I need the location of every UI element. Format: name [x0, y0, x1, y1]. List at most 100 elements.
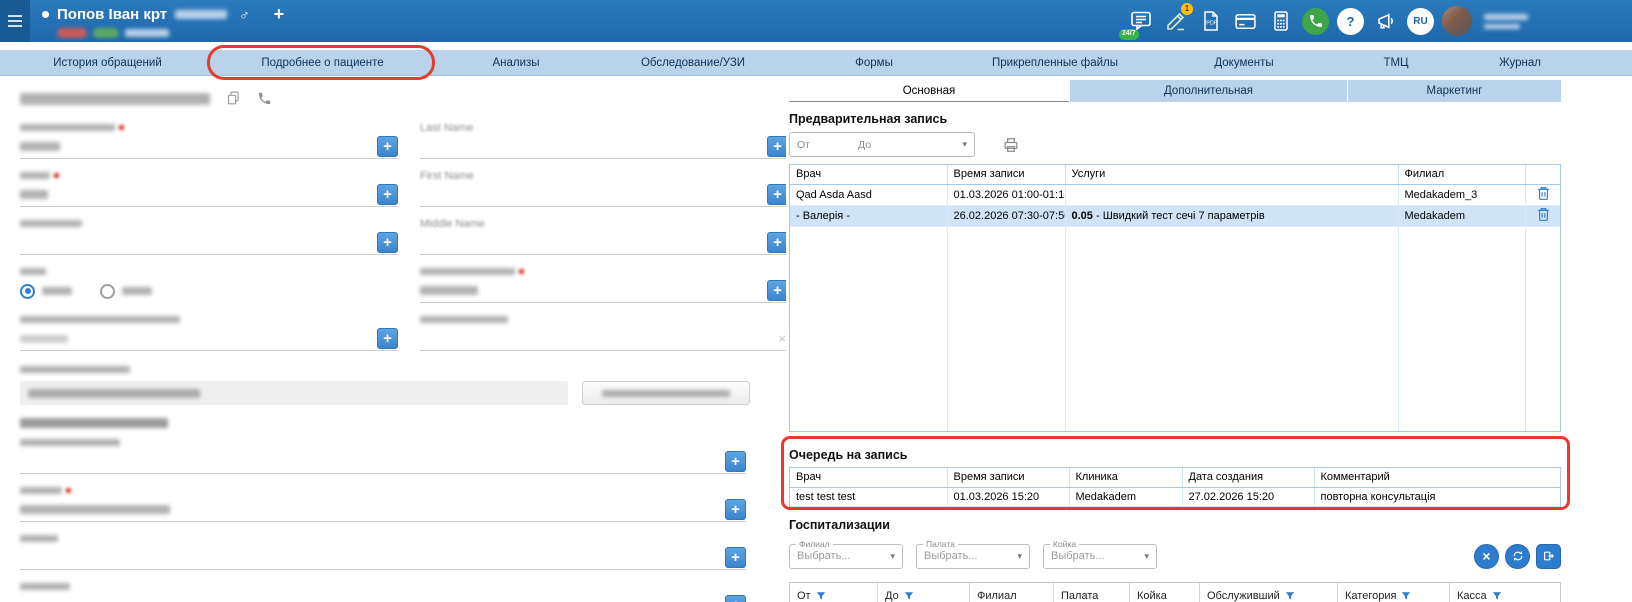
add-button[interactable]: +	[725, 547, 746, 568]
pdf-button[interactable]: PDF	[1197, 8, 1224, 35]
tab-visit-history[interactable]: История обращений	[0, 50, 215, 75]
clear-filters-button[interactable]: ×	[1474, 543, 1499, 569]
chat-button[interactable]: 24/7	[1119, 8, 1154, 40]
open-window-button[interactable]	[1536, 543, 1561, 569]
add-button[interactable]: +	[767, 184, 786, 205]
gender-female-radio[interactable]	[100, 283, 152, 299]
contact-person-input[interactable]	[20, 381, 568, 405]
remove-contact-person-button[interactable]	[582, 381, 750, 405]
cell-doctor: - Валерія -	[790, 205, 948, 227]
delete-appointment-button[interactable]	[1537, 186, 1550, 201]
add-last-name-button[interactable]: +	[377, 136, 398, 157]
tab-marketing[interactable]: Маркетинг	[1347, 80, 1561, 102]
help-button[interactable]: ?	[1337, 7, 1364, 35]
tab-analyses[interactable]: Анализы	[430, 50, 602, 75]
refresh-icon	[1513, 551, 1522, 561]
street-input[interactable]: +	[20, 498, 746, 522]
tab-documents[interactable]: Документы	[1146, 50, 1342, 75]
house-input[interactable]: +	[20, 546, 746, 570]
cell-time: 01.03.2026 01:00-01:15	[947, 184, 1066, 206]
patient-tab[interactable]: Попов Іван крт ♂ +	[42, 4, 284, 38]
col-branch[interactable]: Филиал	[1398, 165, 1526, 185]
tab-tmc[interactable]: ТМЦ	[1342, 50, 1450, 75]
prebooking-row[interactable]: Qad Asda Aasd 01.03.2026 01:00-01:15 Med…	[790, 184, 1560, 206]
calculator-button[interactable]	[1267, 8, 1294, 35]
city-input[interactable]: +	[20, 450, 746, 474]
refresh-button[interactable]	[1505, 543, 1530, 569]
announcements-button[interactable]	[1372, 8, 1399, 35]
ward-select-value: Выбрать...	[924, 550, 978, 562]
birth-date-input[interactable]: +	[420, 279, 786, 303]
col-time[interactable]: Время записи	[947, 468, 1070, 488]
last-name-en-input[interactable]: +	[420, 135, 786, 159]
middle-name-input[interactable]: +	[20, 231, 398, 255]
col-clinic[interactable]: Клиника	[1069, 468, 1183, 488]
prebooking-empty-row	[790, 264, 1560, 283]
tab-main[interactable]: Основная	[789, 80, 1069, 102]
last-name-input[interactable]: +	[20, 135, 398, 159]
user-avatar[interactable]	[1442, 6, 1472, 36]
gh-ward[interactable]: Палата	[1054, 582, 1130, 602]
add-button[interactable]: +	[767, 232, 786, 253]
referrer-input[interactable]: ×	[420, 327, 786, 351]
col-doctor[interactable]: Врач	[790, 468, 948, 488]
megaphone-icon	[1377, 13, 1393, 29]
language-button[interactable]: RU	[1407, 7, 1434, 35]
col-time[interactable]: Время записи	[947, 165, 1066, 185]
add-button[interactable]: +	[377, 184, 398, 205]
tab-examination-ultrasound[interactable]: Обследование/УЗИ	[602, 50, 784, 75]
phone-icon	[1309, 15, 1322, 27]
branch-select[interactable]: Филиал Выбрать... ▾	[789, 538, 903, 569]
tab-attached-files[interactable]: Прикрепленные файлы	[964, 50, 1146, 75]
referral-source-select[interactable]: +	[20, 327, 398, 351]
gh-cash[interactable]: Касса	[1450, 583, 1560, 602]
queue-row[interactable]: test test test 01.03.2026 15:20 Medakade…	[790, 487, 1560, 507]
delete-appointment-button[interactable]	[1537, 207, 1550, 222]
gh-branch[interactable]: Филиал	[970, 582, 1054, 602]
gh-to[interactable]: До	[878, 582, 970, 602]
col-created[interactable]: Дата создания	[1182, 468, 1315, 488]
payment-card-icon	[1235, 13, 1256, 29]
clear-icon[interactable]: ×	[778, 331, 786, 346]
add-button[interactable]: +	[725, 595, 746, 602]
tab-additional[interactable]: Дополнительная	[1069, 80, 1347, 102]
col-doctor[interactable]: Врач	[790, 165, 948, 185]
col-services[interactable]: Услуги	[1065, 165, 1399, 185]
first-name-input[interactable]: +	[20, 183, 398, 207]
cell-created: 27.02.2026 15:20	[1182, 487, 1315, 507]
call-button[interactable]	[1302, 7, 1329, 35]
col-comment[interactable]: Комментарий	[1314, 468, 1560, 488]
payments-button[interactable]	[1232, 8, 1259, 35]
new-patient-tab-button[interactable]: +	[274, 4, 285, 25]
ward-select[interactable]: Палата Выбрать... ▾	[916, 538, 1030, 569]
phone-icon[interactable]	[257, 91, 272, 106]
add-button[interactable]: +	[725, 451, 746, 472]
bed-select[interactable]: Койка Выбрать... ▾	[1043, 538, 1157, 569]
field-city: +	[20, 435, 746, 474]
gh-category[interactable]: Категория	[1338, 582, 1450, 602]
gh-bed[interactable]: Койка	[1130, 582, 1200, 602]
tab-patient-details[interactable]: Подробнее о пациенте	[215, 50, 430, 75]
trash-icon	[1538, 186, 1550, 200]
add-button[interactable]: +	[767, 136, 786, 157]
add-button[interactable]: +	[377, 328, 398, 349]
sign-documents-button[interactable]: 1	[1162, 2, 1193, 35]
gh-served-by[interactable]: Обслуживший	[1200, 582, 1338, 602]
menu-button[interactable]	[0, 0, 30, 42]
date-range-filter[interactable]: От До ▾	[789, 132, 975, 157]
queue-table: Врач Время записи Клиника Дата создания …	[790, 468, 1560, 507]
middle-name-en-input[interactable]: +	[420, 231, 786, 255]
prebooking-row-selected[interactable]: - Валерія - 26.02.2026 07:30-07:50 0.05 …	[790, 205, 1560, 227]
print-button[interactable]	[1001, 135, 1021, 155]
filter-icon	[904, 591, 913, 599]
first-name-en-input[interactable]: +	[420, 183, 786, 207]
add-button[interactable]: +	[377, 232, 398, 253]
gender-male-radio[interactable]	[20, 283, 72, 299]
extra-input[interactable]: +	[20, 594, 746, 602]
tab-forms[interactable]: Формы	[784, 50, 964, 75]
gh-from[interactable]: От	[790, 582, 878, 602]
add-button[interactable]: +	[725, 499, 746, 520]
tab-journal[interactable]: Журнал	[1450, 50, 1590, 75]
copy-icon[interactable]	[225, 90, 242, 107]
add-button[interactable]: +	[767, 280, 786, 301]
